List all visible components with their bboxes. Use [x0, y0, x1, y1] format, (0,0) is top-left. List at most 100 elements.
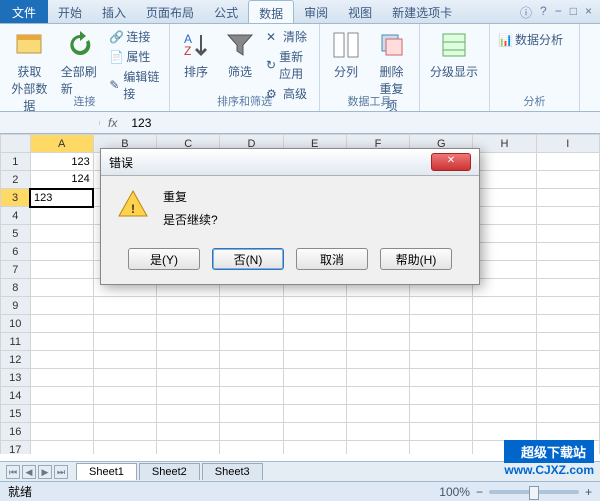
cell-g13[interactable]: [410, 369, 473, 387]
row-header[interactable]: 16: [1, 423, 31, 441]
cell-h12[interactable]: [473, 351, 536, 369]
cell-f17[interactable]: [346, 441, 409, 455]
filter-button[interactable]: 筛选: [220, 27, 260, 82]
cell-g12[interactable]: [410, 351, 473, 369]
fx-icon[interactable]: fx: [100, 114, 125, 132]
cell-a4[interactable]: [30, 207, 93, 225]
select-all-corner[interactable]: [1, 135, 31, 153]
cell-h14[interactable]: [473, 387, 536, 405]
cell-h16[interactable]: [473, 423, 536, 441]
row-header[interactable]: 2: [1, 171, 31, 189]
col-header-a[interactable]: A: [30, 135, 93, 153]
cell-h11[interactable]: [473, 333, 536, 351]
cell-a10[interactable]: [30, 315, 93, 333]
cell-h4[interactable]: [473, 207, 536, 225]
info-icon[interactable]: ⓘ: [520, 4, 532, 19]
row-header[interactable]: 9: [1, 297, 31, 315]
tab-new[interactable]: 新建选项卡: [382, 0, 462, 23]
cell-e10[interactable]: [283, 315, 346, 333]
cell-d10[interactable]: [220, 315, 283, 333]
cell-g9[interactable]: [410, 297, 473, 315]
connections-button[interactable]: 🔗连接: [107, 27, 163, 46]
cell-h13[interactable]: [473, 369, 536, 387]
cell-a17[interactable]: [30, 441, 93, 455]
cell-b11[interactable]: [93, 333, 156, 351]
cell-c10[interactable]: [157, 315, 220, 333]
cell-f10[interactable]: [346, 315, 409, 333]
col-header-h[interactable]: H: [473, 135, 536, 153]
cell-i6[interactable]: [536, 243, 599, 261]
col-header-i[interactable]: I: [536, 135, 599, 153]
cell-g10[interactable]: [410, 315, 473, 333]
cell-a15[interactable]: [30, 405, 93, 423]
cell-f13[interactable]: [346, 369, 409, 387]
cell-a7[interactable]: [30, 261, 93, 279]
cell-a5[interactable]: [30, 225, 93, 243]
row-header[interactable]: 3: [1, 189, 31, 207]
cell-c13[interactable]: [157, 369, 220, 387]
row-header[interactable]: 4: [1, 207, 31, 225]
cell-d15[interactable]: [220, 405, 283, 423]
cell-c12[interactable]: [157, 351, 220, 369]
restore-icon[interactable]: □: [570, 4, 577, 19]
row-header[interactable]: 10: [1, 315, 31, 333]
refresh-all-button[interactable]: 全部刷新: [57, 27, 104, 99]
name-box[interactable]: [0, 121, 100, 125]
row-header[interactable]: 6: [1, 243, 31, 261]
row-header[interactable]: 7: [1, 261, 31, 279]
cell-h1[interactable]: [473, 153, 536, 171]
cell-b9[interactable]: [93, 297, 156, 315]
row-header[interactable]: 17: [1, 441, 31, 455]
cell-h10[interactable]: [473, 315, 536, 333]
row-header[interactable]: 11: [1, 333, 31, 351]
cell-c11[interactable]: [157, 333, 220, 351]
cell-a13[interactable]: [30, 369, 93, 387]
sheet-tab-1[interactable]: Sheet1: [76, 463, 137, 480]
dialog-yes-button[interactable]: 是(Y): [128, 248, 200, 270]
text-to-columns-button[interactable]: 分列: [326, 27, 366, 82]
cell-h2[interactable]: [473, 171, 536, 189]
row-header[interactable]: 1: [1, 153, 31, 171]
cell-c17[interactable]: [157, 441, 220, 455]
sheet-tab-3[interactable]: Sheet3: [202, 463, 263, 480]
cell-a14[interactable]: [30, 387, 93, 405]
cell-h17[interactable]: [473, 441, 536, 455]
cell-c9[interactable]: [157, 297, 220, 315]
cell-h6[interactable]: [473, 243, 536, 261]
cell-i13[interactable]: [536, 369, 599, 387]
cell-e13[interactable]: [283, 369, 346, 387]
cell-d13[interactable]: [220, 369, 283, 387]
subtotal-button[interactable]: 分级显示: [426, 27, 482, 82]
cell-a12[interactable]: [30, 351, 93, 369]
cell-d14[interactable]: [220, 387, 283, 405]
cell-g15[interactable]: [410, 405, 473, 423]
cell-i14[interactable]: [536, 387, 599, 405]
cell-d16[interactable]: [220, 423, 283, 441]
cell-i5[interactable]: [536, 225, 599, 243]
cell-b14[interactable]: [93, 387, 156, 405]
cell-b16[interactable]: [93, 423, 156, 441]
cell-f12[interactable]: [346, 351, 409, 369]
cell-g16[interactable]: [410, 423, 473, 441]
tab-layout[interactable]: 页面布局: [136, 0, 204, 23]
cell-c14[interactable]: [157, 387, 220, 405]
tab-insert[interactable]: 插入: [92, 0, 136, 23]
cell-i2[interactable]: [536, 171, 599, 189]
cell-i15[interactable]: [536, 405, 599, 423]
data-analysis-button[interactable]: 📊数据分析: [496, 27, 565, 49]
cell-a1[interactable]: 123: [30, 153, 93, 171]
cell-g14[interactable]: [410, 387, 473, 405]
cell-e15[interactable]: [283, 405, 346, 423]
cell-b10[interactable]: [93, 315, 156, 333]
cell-i3[interactable]: [536, 189, 599, 207]
cell-e11[interactable]: [283, 333, 346, 351]
reapply-button[interactable]: ↻重新应用: [264, 47, 313, 83]
cell-h5[interactable]: [473, 225, 536, 243]
cell-i1[interactable]: [536, 153, 599, 171]
cell-h9[interactable]: [473, 297, 536, 315]
row-header[interactable]: 8: [1, 279, 31, 297]
cell-b17[interactable]: [93, 441, 156, 455]
cell-f16[interactable]: [346, 423, 409, 441]
cell-h15[interactable]: [473, 405, 536, 423]
cell-a9[interactable]: [30, 297, 93, 315]
